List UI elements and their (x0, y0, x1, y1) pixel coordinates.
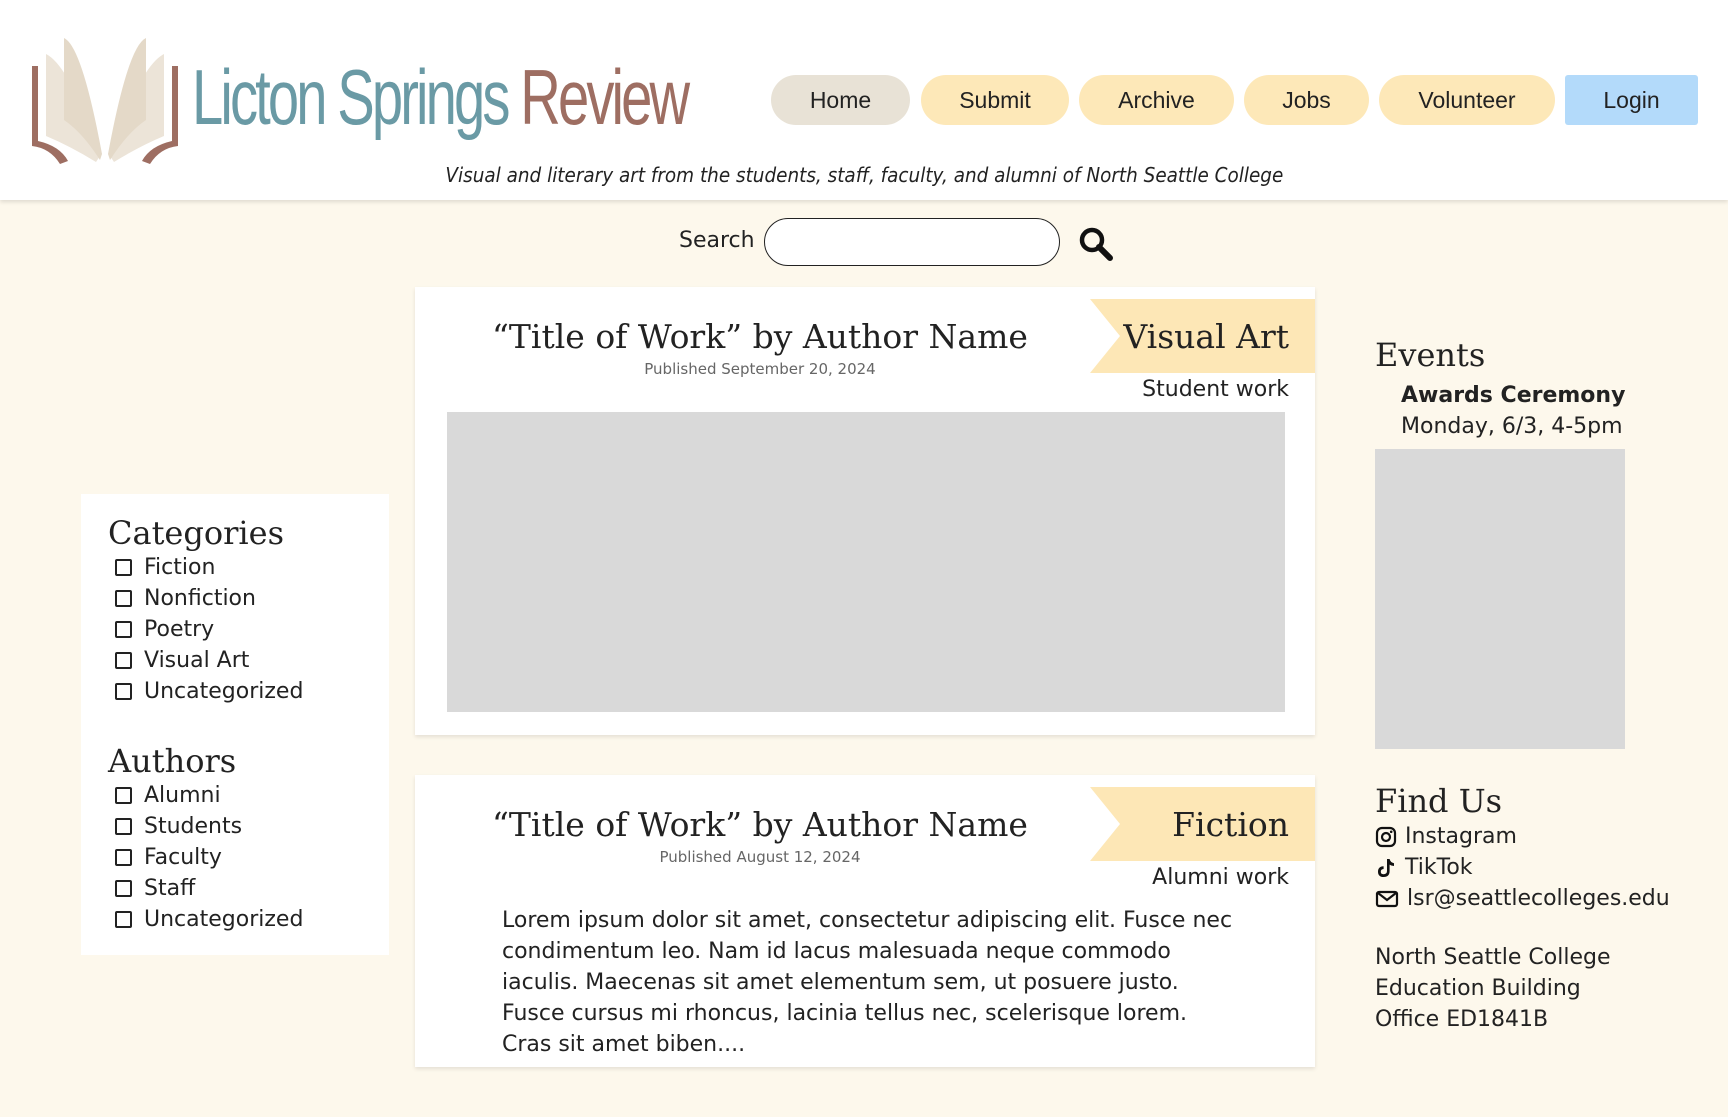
author-filter-staff[interactable]: Staff (115, 876, 195, 901)
author-filter-faculty[interactable]: Faculty (115, 845, 222, 870)
search-input[interactable] (764, 218, 1060, 266)
address-line-1: North Seattle College (1375, 945, 1611, 970)
filter-label: Poetry (144, 617, 215, 642)
post-date: Published August 12, 2024 (659, 848, 861, 866)
nav-archive-button[interactable]: Archive (1079, 75, 1234, 125)
login-button[interactable]: Login (1565, 75, 1698, 125)
instagram-link[interactable]: Instagram (1375, 824, 1517, 849)
checkbox[interactable] (115, 787, 132, 804)
author-filter-alumni[interactable]: Alumni (115, 783, 221, 808)
filter-label: Alumni (144, 783, 221, 808)
category-filter-uncategorized[interactable]: Uncategorized (115, 679, 303, 704)
tagline-text: Visual and literary art from the student… (445, 163, 1283, 187)
site-logo-text[interactable]: Licton Springs Review (192, 58, 690, 136)
filter-label: Staff (144, 876, 196, 901)
envelope-icon (1375, 890, 1399, 907)
filter-label: Uncategorized (144, 907, 304, 932)
nav-jobs-button[interactable]: Jobs (1244, 75, 1369, 125)
tiktok-label: TikTok (1405, 855, 1473, 880)
site-tagline: Visual and literary art from the student… (0, 163, 1728, 187)
find-us-heading: Find Us (1375, 782, 1503, 820)
search-icon[interactable] (1078, 226, 1114, 262)
search-label: Search (679, 228, 755, 253)
filter-label: Nonfiction (144, 586, 256, 611)
post-title[interactable]: “Title of Work” by Author Name (415, 805, 1105, 844)
author-filter-uncategorized[interactable]: Uncategorized (115, 907, 303, 932)
checkbox[interactable] (115, 652, 132, 669)
event-image-placeholder[interactable] (1375, 449, 1625, 749)
checkbox[interactable] (115, 559, 132, 576)
author-filter-students[interactable]: Students (115, 814, 242, 839)
checkbox[interactable] (115, 683, 132, 700)
instagram-label: Instagram (1405, 824, 1517, 849)
authors-heading: Authors (108, 742, 237, 780)
email-label: lsr@seattlecolleges.edu (1407, 886, 1670, 911)
site-header: Licton Springs Review Home Submit Archiv… (0, 0, 1728, 200)
nav-volunteer-button[interactable]: Volunteer (1379, 75, 1555, 125)
filter-label: Uncategorized (144, 679, 304, 704)
checkbox[interactable] (115, 590, 132, 607)
logo-text-review: Review (520, 53, 690, 141)
filter-sidebar: Categories Fiction Nonfiction Poetry Vis… (81, 494, 389, 955)
tiktok-icon (1378, 858, 1394, 877)
checkbox[interactable] (115, 911, 132, 928)
nav-submit-button[interactable]: Submit (921, 75, 1069, 125)
categories-heading: Categories (108, 514, 284, 552)
event-name[interactable]: Awards Ceremony (1401, 383, 1625, 408)
work-type-label: Alumni work (1152, 865, 1289, 890)
checkbox[interactable] (115, 621, 132, 638)
filter-label: Fiction (144, 555, 216, 580)
post-card[interactable]: “Title of Work” by Author Name Published… (415, 775, 1315, 1067)
event-date: Monday, 6/3, 4-5pm (1401, 414, 1623, 439)
email-link[interactable]: lsr@seattlecolleges.edu (1375, 886, 1670, 911)
post-title[interactable]: “Title of Work” by Author Name (415, 317, 1105, 356)
address-line-3: Office ED1841B (1375, 1007, 1549, 1032)
post-card[interactable]: “Title of Work” by Author Name Published… (415, 287, 1315, 735)
post-excerpt: Lorem ipsum dolor sit amet, consectetur … (502, 908, 1233, 1057)
post-date: Published September 20, 2024 (644, 360, 876, 378)
logo-text-licton-springs: Licton Springs (192, 53, 510, 141)
book-logo-icon[interactable] (30, 36, 180, 166)
category-ribbon: Visual Art (1090, 299, 1315, 373)
category-filter-poetry[interactable]: Poetry (115, 617, 214, 642)
filter-label: Faculty (144, 845, 222, 870)
filter-label: Students (144, 814, 243, 839)
checkbox[interactable] (115, 818, 132, 835)
filter-label: Visual Art (144, 648, 250, 673)
tiktok-link[interactable]: TikTok (1375, 855, 1473, 880)
address-line-2: Education Building (1375, 976, 1581, 1001)
checkbox[interactable] (115, 849, 132, 866)
category-filter-visual-art[interactable]: Visual Art (115, 648, 249, 673)
events-heading: Events (1375, 336, 1486, 374)
category-filter-nonfiction[interactable]: Nonfiction (115, 586, 256, 611)
post-image-placeholder[interactable] (447, 412, 1285, 712)
checkbox[interactable] (115, 880, 132, 897)
category-filter-fiction[interactable]: Fiction (115, 555, 215, 580)
instagram-icon (1375, 826, 1397, 847)
nav-home-button[interactable]: Home (771, 75, 910, 125)
work-type-label: Student work (1142, 377, 1289, 402)
category-ribbon: Fiction (1090, 787, 1315, 861)
